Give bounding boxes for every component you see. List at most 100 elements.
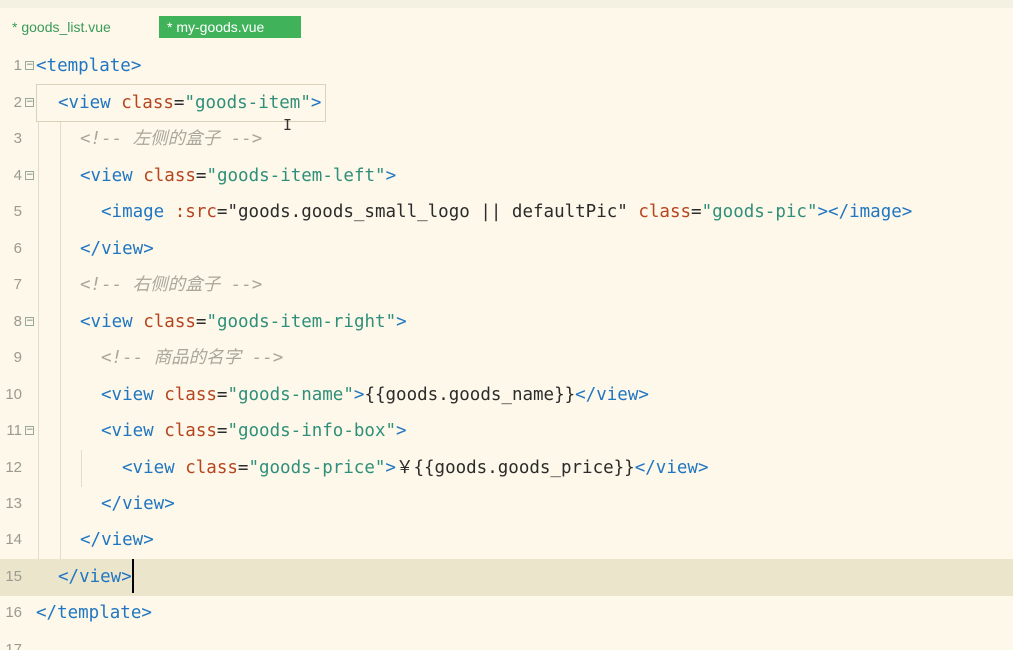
code-token: </view> (58, 567, 132, 587)
indent-guide (38, 522, 39, 559)
code-token: class (638, 202, 692, 222)
code-line[interactable]: 13 </view> (0, 486, 1013, 523)
code-token: "goods-item" (184, 93, 311, 113)
fold-toggle-icon[interactable] (25, 98, 34, 107)
code-token: > (396, 421, 407, 441)
code-token: </view> (80, 239, 154, 259)
code-token: "goods-price" (248, 458, 386, 478)
code-text: <view class="goods-item"> (58, 85, 321, 122)
line-number: 1 (13, 57, 22, 74)
line-number: 6 (13, 240, 22, 257)
code-token: </view> (101, 494, 175, 514)
line-number: 8 (13, 313, 22, 330)
line-number: 10 (5, 386, 22, 403)
line-number: 16 (5, 604, 22, 621)
code-editor-window: * goods_list.vue * my-goods.vue 1 <templa… (0, 0, 1013, 650)
code-line[interactable]: 9 <!-- 商品的名字 --> (0, 340, 1013, 377)
line-number: 17 (5, 641, 22, 650)
code-text: <view class="goods-info-box"> (101, 413, 407, 450)
code-token: </template> (36, 603, 152, 623)
line-number: 4 (13, 167, 22, 184)
code-token: > (310, 93, 322, 113)
code-line[interactable]: 6 </view> (0, 231, 1013, 268)
code-line[interactable]: 12 <view class="goods-price">￥{{goods.goo… (0, 450, 1013, 487)
code-text: <image :src="goods.goods_small_logo || d… (101, 194, 912, 231)
code-token: = (195, 312, 207, 332)
code-line[interactable]: 3 <!-- 左侧的盒子 --> (0, 121, 1013, 158)
indent-guide (59, 486, 61, 523)
fold-toggle-icon[interactable] (25, 61, 34, 70)
line-number: 15 (5, 568, 22, 585)
code-token: class (164, 421, 217, 441)
line-number: 3 (13, 130, 22, 147)
code-text: <view class="goods-price">￥{{goods.goods… (122, 450, 709, 487)
code-token: class (143, 166, 196, 186)
code-text: <view class="goods-name">{{goods.goods_n… (101, 377, 649, 414)
indent-guide (38, 340, 39, 377)
code-text: </view> (101, 486, 175, 523)
code-token: <image (101, 202, 175, 222)
tab-goods-list[interactable]: * goods_list.vue (4, 16, 119, 38)
indent-guide (59, 194, 61, 231)
code-line[interactable]: 15 </view> (0, 559, 1013, 596)
code-line[interactable]: 4 <view class="goods-item-left"> (0, 158, 1013, 195)
line-number: 5 (13, 203, 22, 220)
code-text: <view class="goods-item-right"> (80, 304, 407, 341)
code-token: <view (58, 93, 122, 113)
fold-toggle-icon[interactable] (25, 171, 34, 180)
tab-my-goods[interactable]: * my-goods.vue (159, 16, 301, 38)
code-token: <view (101, 385, 165, 405)
code-token: = (173, 93, 185, 113)
code-token: <template> (36, 56, 142, 76)
line-number: 11 (6, 422, 22, 439)
code-line[interactable]: 10 <view class="goods-name">{{goods.goods… (0, 377, 1013, 414)
code-line[interactable]: 8 <view class="goods-item-right"> (0, 304, 1013, 341)
indent-guide (59, 450, 61, 487)
indent-guide (81, 450, 82, 487)
line-number: 7 (13, 276, 22, 293)
code-token: class (143, 312, 196, 332)
code-line[interactable]: 7 <!-- 右侧的盒子 --> (0, 267, 1013, 304)
text-caret (132, 559, 134, 593)
code-text: </template> (36, 595, 152, 632)
code-line[interactable]: 17 (0, 632, 1013, 650)
fold-toggle-icon[interactable] (25, 426, 34, 435)
code-token: > (385, 166, 397, 186)
indent-guide (38, 304, 39, 341)
code-token: "goods-info-box" (227, 421, 397, 441)
indent-guide (38, 413, 39, 450)
code-token: = (691, 202, 702, 222)
code-token: {{goods.goods_name}} (364, 385, 576, 405)
code-token: > (385, 458, 396, 478)
indent-guide (38, 450, 39, 487)
line-number: 2 (13, 94, 22, 111)
code-line[interactable]: 2 <view class="goods-item"> (0, 85, 1013, 122)
indent-guide (59, 413, 61, 450)
code-token: class (185, 458, 238, 478)
code-token: = (216, 385, 228, 405)
code-line[interactable]: 1 <template> (0, 48, 1013, 85)
code-token: <view (122, 458, 186, 478)
code-line[interactable]: 11 <view class="goods-info-box"> (0, 413, 1013, 450)
code-token: "goods-item-left" (206, 166, 386, 186)
code-token: ></image> (817, 202, 913, 222)
code-token: </view> (634, 458, 709, 478)
indent-guide (38, 194, 39, 231)
fold-toggle-icon[interactable] (25, 317, 34, 326)
code-token: "goods-pic" (701, 202, 818, 222)
line-number: 12 (5, 459, 22, 476)
indent-guide (59, 340, 61, 377)
code-token: </view> (80, 530, 154, 550)
code-token: > (396, 312, 407, 332)
code-line[interactable]: 16 </template> (0, 595, 1013, 632)
line-number: 14 (5, 531, 22, 548)
indent-guide (38, 121, 39, 158)
code-token: class (164, 385, 217, 405)
code-line[interactable]: 14 </view> (0, 522, 1013, 559)
indent-guide (59, 121, 61, 158)
indent-guide (38, 486, 39, 523)
code-area[interactable]: 1<template>2<view class="goods-item">3<!… (0, 48, 1013, 650)
code-token: :src (174, 202, 217, 222)
code-token: class (121, 93, 174, 113)
code-line[interactable]: 5 <image :src="goods.goods_small_logo || … (0, 194, 1013, 231)
